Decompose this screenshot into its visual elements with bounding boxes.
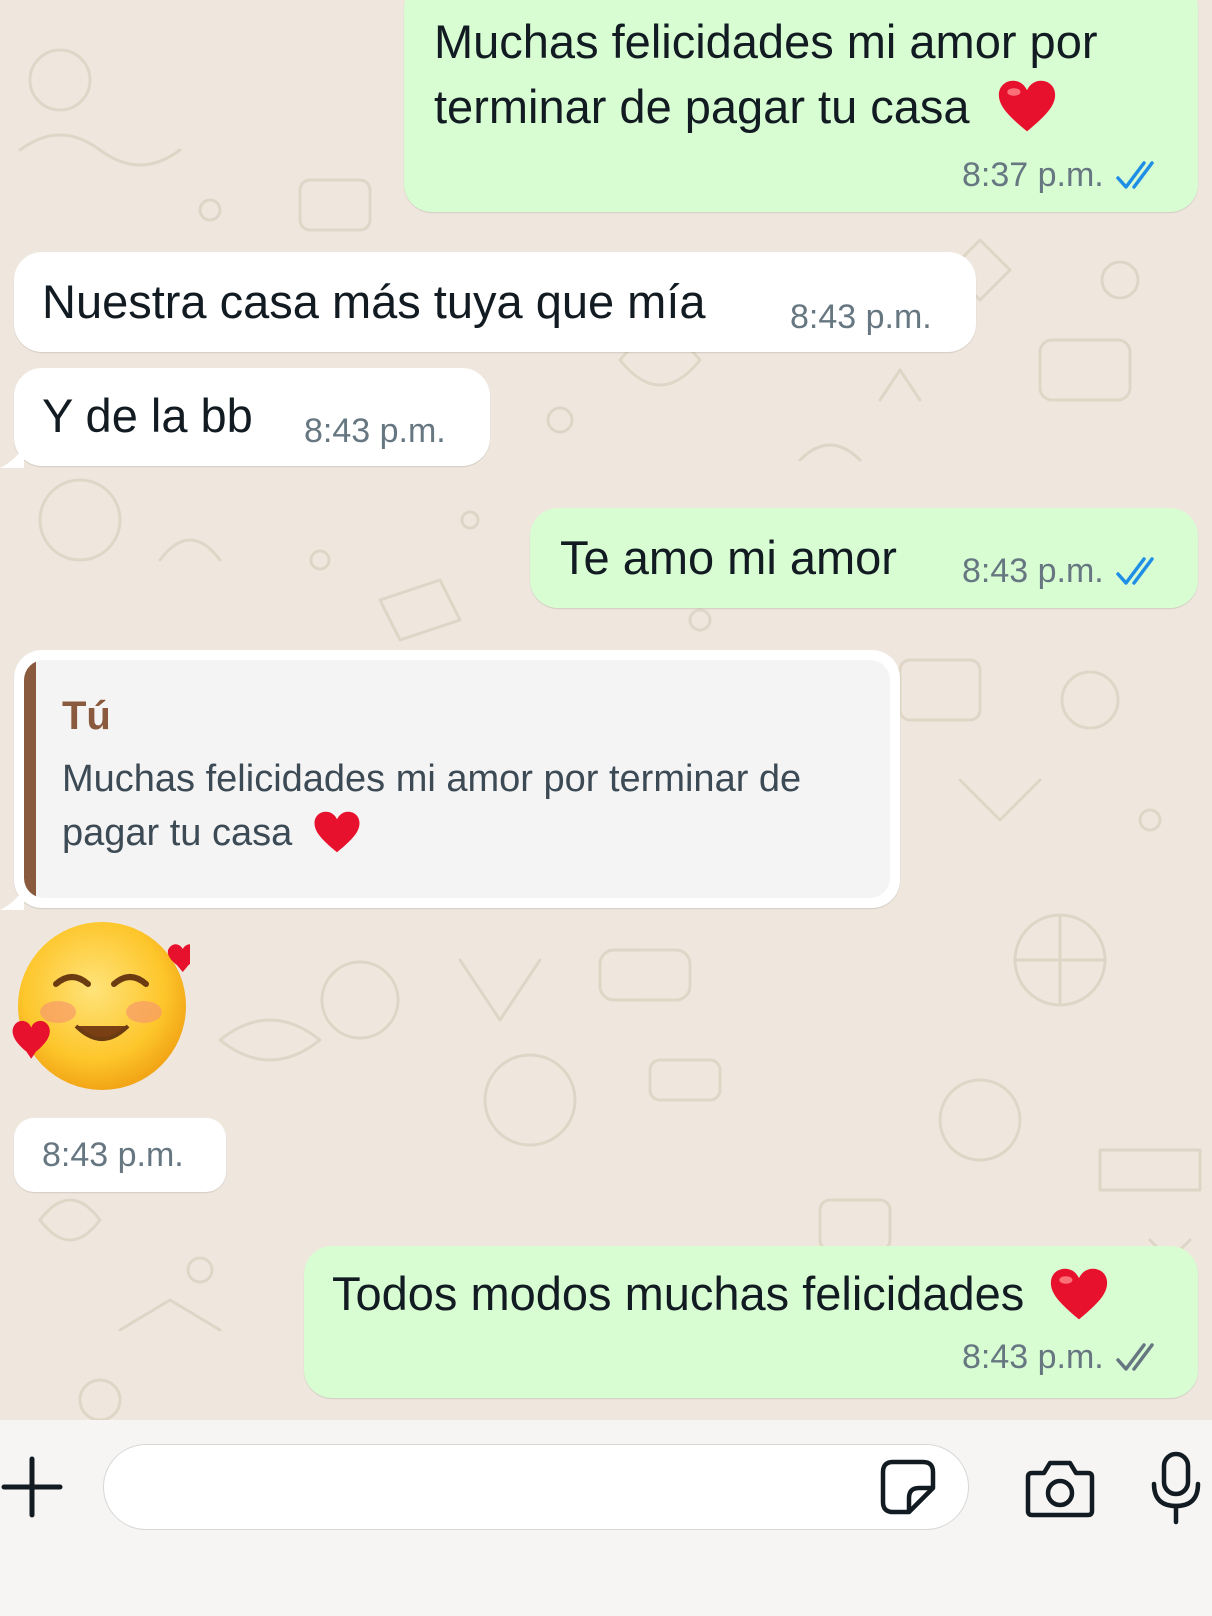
quote-author: Tú [62,694,111,738]
message-input[interactable] [103,1444,969,1530]
message-bubble-outgoing[interactable]: Muchas felicidades mi amor por terminar … [404,0,1198,212]
message-text: Y de la bb [42,389,253,442]
message-time: 8:43 p.m. [304,412,446,450]
message-meta: 8:37 p.m. [962,158,1164,192]
quote-text: Muchas felicidades mi amor por terminar … [62,758,802,800]
message-text: Todos modos muchas felicidades [332,1268,1109,1322]
bubble-tail [0,446,24,468]
delivered-receipt-icon [1116,1343,1154,1371]
quote-bar [24,660,36,898]
message-time: 8:37 p.m. [962,156,1104,194]
message-time: 8:43 p.m. [962,552,1104,590]
message-meta: 8:43 p.m. [962,1340,1164,1374]
message-time: 8:43 p.m. [42,1136,184,1174]
message-text: Nuestra casa más tuya que mía [42,275,706,328]
microphone-icon[interactable] [1148,1450,1204,1526]
sticker-icon[interactable] [879,1458,937,1516]
camera-icon[interactable] [1024,1459,1096,1519]
message-bubble-incoming[interactable]: Tú Muchas felicidades mi amor por termin… [14,650,900,908]
message-text: terminar de pagar tu casa [434,80,1057,134]
message-bubble-outgoing[interactable]: Te amo mi amor 8:43 p.m. [530,508,1198,608]
plus-icon[interactable] [0,1455,64,1519]
read-receipt-icon [1116,557,1154,585]
red-heart-emoji [1051,1268,1108,1319]
red-heart-emoji [998,80,1055,131]
message-meta: 8:43 p.m. [962,554,1164,588]
message-text: Te amo mi amor [560,531,897,584]
message-bubble-outgoing[interactable]: Todos modos muchas felicidades 8:43 p.m. [304,1246,1198,1398]
bubble-tail [0,888,24,910]
message-bubble-incoming[interactable]: Nuestra casa más tuya que mía 8:43 p.m. [14,252,976,352]
message-bubble-incoming[interactable]: Y de la bb 8:43 p.m. [14,368,490,466]
red-heart-emoji [314,811,360,853]
read-receipt-icon [1116,161,1154,189]
quoted-message[interactable]: Tú Muchas felicidades mi amor por termin… [24,660,890,898]
quote-text: pagar tu casa [62,811,361,854]
message-time: 8:43 p.m. [790,298,932,336]
message-time: 8:43 p.m. [962,1338,1104,1376]
smiling-face-with-hearts-emoji[interactable] [10,914,190,1094]
message-time-chip: 8:43 p.m. [14,1118,226,1192]
message-text: Muchas felicidades mi amor por [434,15,1098,68]
